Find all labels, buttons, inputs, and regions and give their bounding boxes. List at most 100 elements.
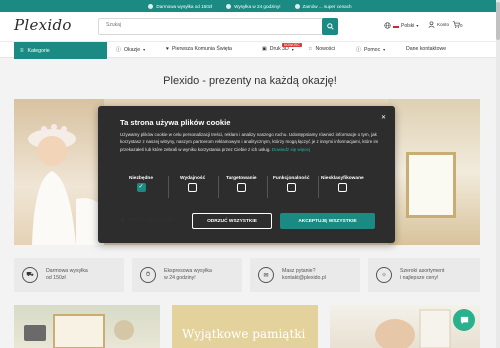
help-icon: ⓘ [356, 47, 362, 53]
consent-label: Funkcjonalność [273, 176, 310, 181]
gift-frame-image [406, 152, 456, 218]
language-label: Polski [401, 22, 415, 29]
logo[interactable]: Plexido [14, 16, 72, 34]
mail-icon: ✉ [258, 267, 274, 283]
feature-line2: i najlepsze ceny! [400, 275, 439, 281]
nav-item-kontakt[interactable]: Dane kontaktowe [406, 46, 446, 52]
promo-item-express: Wysyłka w 24 godziny! [226, 3, 281, 9]
feature-contact[interactable]: ✉ Masz pytanie? kontakt@plexido.pl [250, 258, 360, 292]
reject-all-button[interactable]: ODRZUĆ WSZYSTKIE [192, 213, 272, 229]
consent-checkbox-unclassified[interactable] [337, 183, 347, 192]
nav-item-komunia[interactable]: ♥ Pierwsza Komunia Święta [166, 46, 232, 52]
consent-checkbox-necessary[interactable] [136, 183, 146, 192]
feature-express: ⏱ Ekspresowa wysyłka w 24 godziny! [132, 258, 242, 292]
consent-targeting: Targetowanie [226, 176, 257, 192]
page-title: Plexido - prezenty na każdą okazję! [163, 75, 337, 87]
show-details-label: POKAŻ SZCZEGÓŁY [128, 218, 176, 223]
new-badge: NOWOŚĆ [282, 43, 302, 47]
box-icon: ▣ [262, 46, 267, 52]
categories-button[interactable]: ≡ Kategorie [14, 42, 107, 59]
info-icon: ⓘ [116, 47, 122, 53]
feature-line1: Ekspresowa wysyłka [164, 268, 212, 274]
truck-icon [148, 3, 154, 9]
clock-icon [226, 3, 232, 9]
nav-item-nowosci[interactable]: ☆ Nowości [308, 46, 335, 52]
search-box [98, 18, 336, 35]
cart-count: 0 [460, 23, 463, 28]
hamburger-icon: ≡ [20, 47, 24, 54]
nav-label: Pierwsza Komunia Święta [171, 46, 232, 52]
nav-label: Dane kontaktowe [406, 46, 447, 52]
consent-checkbox-performance[interactable] [188, 183, 198, 192]
consent-label: Niesklasyfikowane [321, 176, 364, 181]
search-button[interactable] [322, 18, 338, 35]
main-nav: ≡ Kategorie ⓘ Okazje ▾ ♥ Pierwsza Komuni… [0, 41, 500, 59]
feature-line2: kontakt@plexido.pl [282, 275, 326, 281]
express-icon: ⏱ [140, 267, 156, 283]
feature-assortment: ☼ Szeroki asortyment i najlepsze ceny! [368, 258, 480, 292]
chevron-down-icon: ▾ [416, 23, 419, 28]
heart-icon: ♥ [166, 46, 169, 52]
header: Plexido Polski ▾ Konto 0 [0, 12, 500, 41]
feature-text: Darmowa wysyłka od 150zł [46, 268, 88, 282]
categories-label: Kategorie [27, 47, 50, 54]
user-icon [428, 21, 435, 28]
consent-label: Targetowanie [226, 176, 257, 181]
promo-item-prices: Zamów ... super cenach [294, 3, 352, 9]
consent-functionality: Funkcjonalność [273, 176, 310, 192]
feature-line1: Szeroki asortyment [400, 268, 445, 274]
divider [218, 176, 219, 198]
promo-text-1: Darmowa wysyłka od 150zł [156, 3, 213, 9]
search-input[interactable] [106, 22, 306, 28]
show-details-button[interactable]: ⚙ POKAŻ SZCZEGÓŁY [120, 217, 176, 224]
lightbulb-icon: ☼ [376, 267, 392, 283]
consent-checkbox-functionality[interactable] [286, 183, 296, 192]
chat-button[interactable] [453, 309, 475, 331]
divider [267, 176, 268, 198]
poland-flag-icon [393, 23, 399, 28]
nav-item-pomoc[interactable]: ⓘ Pomoc ▾ [356, 46, 386, 54]
search-icon [326, 23, 334, 30]
divider [318, 176, 319, 198]
gift-products-image [24, 314, 134, 348]
cart-link[interactable] [452, 21, 460, 28]
feature-text: Ekspresowa wysyłka w 24 godziny! [164, 268, 212, 282]
promo-tile-2[interactable]: Wyjątkowe pamiątki [172, 305, 318, 348]
promo-text-3: Zamów ... super cenach [302, 3, 352, 9]
scrollbar-thumb[interactable] [496, 2, 500, 40]
feature-line1: Darmowa wysyłka [46, 268, 88, 274]
nav-label: Nowości [315, 46, 336, 52]
chevron-down-icon: ▾ [383, 47, 386, 52]
tag-icon [294, 3, 300, 9]
accept-all-button[interactable]: AKCEPTUJĘ WSZYSTKIE [280, 213, 375, 229]
chevron-down-icon: ▾ [291, 46, 294, 52]
feature-text: Masz pytanie? kontakt@plexido.pl [282, 268, 326, 282]
banner-photo-left [14, 99, 104, 245]
learn-more-link[interactable]: Dowiedz się więcej [272, 147, 310, 152]
consent-necessary: Niezbędne [129, 176, 153, 192]
globe-icon [384, 22, 391, 29]
cookie-description: Używamy plików cookie w celu personaliza… [120, 132, 379, 152]
promo-bar: Darmowa wysyłka od 150zł Wysyłka w 24 go… [0, 0, 500, 12]
consent-label: Niezbędne [129, 176, 153, 181]
cookie-text: Używamy plików cookie w celu personaliza… [120, 131, 380, 153]
chevron-down-icon: ▾ [143, 47, 146, 52]
feature-line2: w 24 godziny! [164, 275, 196, 281]
close-icon[interactable]: ✕ [381, 114, 386, 121]
language-selector[interactable]: Polski ▾ [384, 22, 418, 29]
star-icon: ☆ [308, 46, 313, 52]
scrollbar[interactable] [496, 0, 500, 348]
consent-checkbox-targeting[interactable] [236, 183, 246, 192]
communion-girl-image [28, 124, 104, 245]
account-link[interactable]: Konto [428, 21, 449, 28]
feature-line1: Masz pytanie? [282, 268, 316, 274]
nav-item-okazje[interactable]: ⓘ Okazje ▾ [116, 46, 146, 54]
promo-tile-1[interactable] [14, 305, 160, 348]
consent-performance: Wydajność [180, 176, 205, 192]
feature-text: Szeroki asortyment i najlepsze ceny! [400, 268, 444, 282]
free-shipping-icon: ⛟ [22, 267, 38, 283]
gear-icon: ⚙ [120, 218, 126, 224]
consent-label: Wydajność [180, 176, 206, 181]
nav-label: Pomoc [364, 46, 381, 53]
promo-item-free-shipping: Darmowa wysyłka od 150zł [148, 3, 213, 9]
